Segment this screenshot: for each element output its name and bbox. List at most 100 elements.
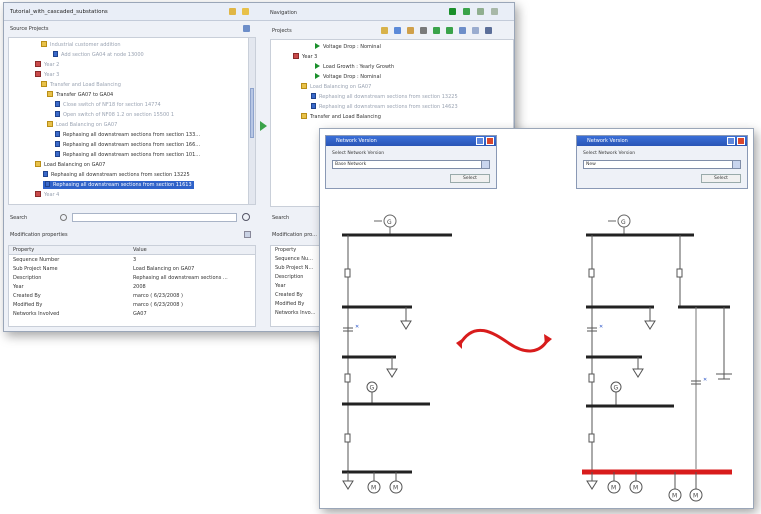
tree-item[interactable]: Transfer and Load Balancing <box>41 81 121 89</box>
one-line-diagrams: G ✕ G M M G ✕ ✕ G M M M M <box>342 214 732 502</box>
nav-tree-item-label: Transfer and Load Balancing <box>310 114 381 120</box>
property-value: 3 <box>133 257 137 263</box>
lock-icon[interactable] <box>229 8 236 15</box>
add-icon[interactable] <box>394 27 401 34</box>
property-value: 2008 <box>133 284 146 290</box>
doc-icon <box>55 151 60 157</box>
switch-icon <box>344 268 351 278</box>
nav-tree-item[interactable]: Rephasing all downstream sections from s… <box>311 103 458 111</box>
doc-icon <box>55 111 60 117</box>
tree-item[interactable]: Open switch of NF08 1.2 on section 15500… <box>55 111 174 119</box>
rename-icon[interactable] <box>407 27 414 34</box>
tree-item-label: Rephasing all downstream sections from s… <box>51 172 190 178</box>
nav-tree-item-label: Load Balancing on GA07 <box>310 84 372 90</box>
tree-item-label: Rephasing all downstream sections from s… <box>53 182 192 188</box>
cal-icon <box>35 61 41 67</box>
nav-tree-item-label: Year 3 <box>302 54 318 60</box>
move-down-icon[interactable] <box>446 27 453 34</box>
nav-tree-item[interactable]: Year 3 <box>293 53 317 61</box>
property-value: marco ( 6/23/2008 ) <box>133 302 183 308</box>
nav-tree-item[interactable]: Rephasing all downstream sections from s… <box>311 93 458 101</box>
motor-label: M <box>393 485 398 492</box>
switch-icon <box>344 433 351 443</box>
tree-item[interactable]: Rephasing all downstream sections from s… <box>43 171 190 179</box>
tree-item[interactable]: Load Balancing on GA07 <box>35 161 105 169</box>
doc-icon <box>45 181 50 187</box>
nav-property-name: Modified By <box>275 301 305 307</box>
green-icon <box>315 63 320 69</box>
pencil-icon[interactable] <box>485 27 492 34</box>
play-icon[interactable] <box>449 8 456 15</box>
scrollbar[interactable] <box>248 38 255 204</box>
nav-property-name: Property <box>275 247 297 253</box>
stop-icon[interactable] <box>477 8 484 15</box>
cal-icon <box>35 71 41 77</box>
gen-label: G <box>614 385 619 392</box>
folder-icon[interactable] <box>242 8 249 15</box>
move-up-icon[interactable] <box>433 27 440 34</box>
settings-icon[interactable] <box>459 27 466 34</box>
forward-icon[interactable] <box>463 8 470 15</box>
column-header-value[interactable]: Value <box>133 247 147 254</box>
tree-item[interactable]: Year 4 <box>35 191 59 199</box>
tree-item[interactable]: Add section GA04 at node 13000 <box>53 51 144 59</box>
property-value: Load Balancing on GA07 <box>133 266 195 272</box>
scroll-thumb[interactable] <box>250 88 254 138</box>
tree-item[interactable]: Load Balancing on GA07 <box>47 121 117 129</box>
doc-icon <box>311 93 316 99</box>
nav-tree-item[interactable]: Load Growth : Yearly Growth <box>315 63 394 71</box>
folder-icon <box>35 161 41 167</box>
window-title: Tutorial_with_cascaded_substations <box>4 3 514 21</box>
cal-icon <box>293 53 299 59</box>
nav-tree-item[interactable]: Voltage Drop : Nominal <box>315 43 381 51</box>
folder-icon <box>41 41 47 47</box>
tree-item[interactable]: Year 2 <box>35 61 59 69</box>
green-icon <box>315 73 320 79</box>
property-name: Modified By <box>13 302 43 308</box>
cap-tag: ✕ <box>703 377 707 383</box>
tree-item[interactable]: Industrial customer addition <box>41 41 121 49</box>
nav-property-name: Year <box>275 283 286 289</box>
tree-item[interactable]: Rephasing all downstream sections from s… <box>55 141 200 149</box>
search-input[interactable] <box>72 213 237 222</box>
cap-tag: ✕ <box>355 324 359 330</box>
property-name: Description <box>13 275 42 281</box>
transfer-arrow-icon[interactable] <box>260 121 267 131</box>
tree-item[interactable]: Year 3 <box>35 71 59 79</box>
motor-label: M <box>693 493 698 500</box>
column-header-property[interactable]: Property <box>13 247 34 254</box>
tree-item-label: Close switch of NF18 for section 14774 <box>63 102 161 108</box>
find-icon[interactable] <box>242 213 250 221</box>
search-icon[interactable] <box>60 214 67 221</box>
load-icon <box>644 320 656 330</box>
arrow-tail <box>456 339 462 349</box>
doc-icon <box>53 51 58 57</box>
tree-item-label: Year 2 <box>44 62 60 68</box>
tree-item-label: Year 3 <box>44 72 60 78</box>
tree-item[interactable]: Close switch of NF18 for section 14774 <box>55 101 161 109</box>
copy-icon[interactable] <box>472 27 479 34</box>
nav-tree-item-label: Voltage Drop : Nominal <box>323 44 381 50</box>
property-value: Rephasing all downstream sections ... <box>133 275 228 281</box>
source-tree[interactable]: Industrial customer addition Add section … <box>8 37 256 205</box>
nav-tree-item[interactable]: Voltage Drop : Nominal <box>315 73 381 81</box>
property-name: Networks Involved <box>13 311 60 317</box>
green-icon <box>315 43 320 49</box>
gen-label: G <box>621 219 626 226</box>
doc-icon <box>55 101 60 107</box>
nav-tree-item[interactable]: Transfer and Load Balancing <box>301 113 381 121</box>
refresh-icon[interactable] <box>243 25 250 32</box>
nav-tree-item[interactable]: Load Balancing on GA07 <box>301 83 371 91</box>
switch-icon <box>676 268 683 278</box>
tree-item[interactable]: Rephasing all downstream sections from s… <box>55 131 200 139</box>
close-icon[interactable] <box>244 231 251 238</box>
nav-property-name: Created By <box>275 292 303 298</box>
tree-item-label: Rephasing all downstream sections from s… <box>63 152 201 158</box>
tree-item[interactable]: Rephasing all downstream sections from s… <box>43 181 194 189</box>
remove-icon[interactable] <box>420 27 427 34</box>
back-icon[interactable] <box>491 8 498 15</box>
edit-icon[interactable] <box>381 27 388 34</box>
tree-item[interactable]: Transfer GA07 to GA04 <box>47 91 113 99</box>
tree-item[interactable]: Rephasing all downstream sections from s… <box>55 151 200 159</box>
tree-item-label: Rephasing all downstream sections from s… <box>63 132 201 138</box>
